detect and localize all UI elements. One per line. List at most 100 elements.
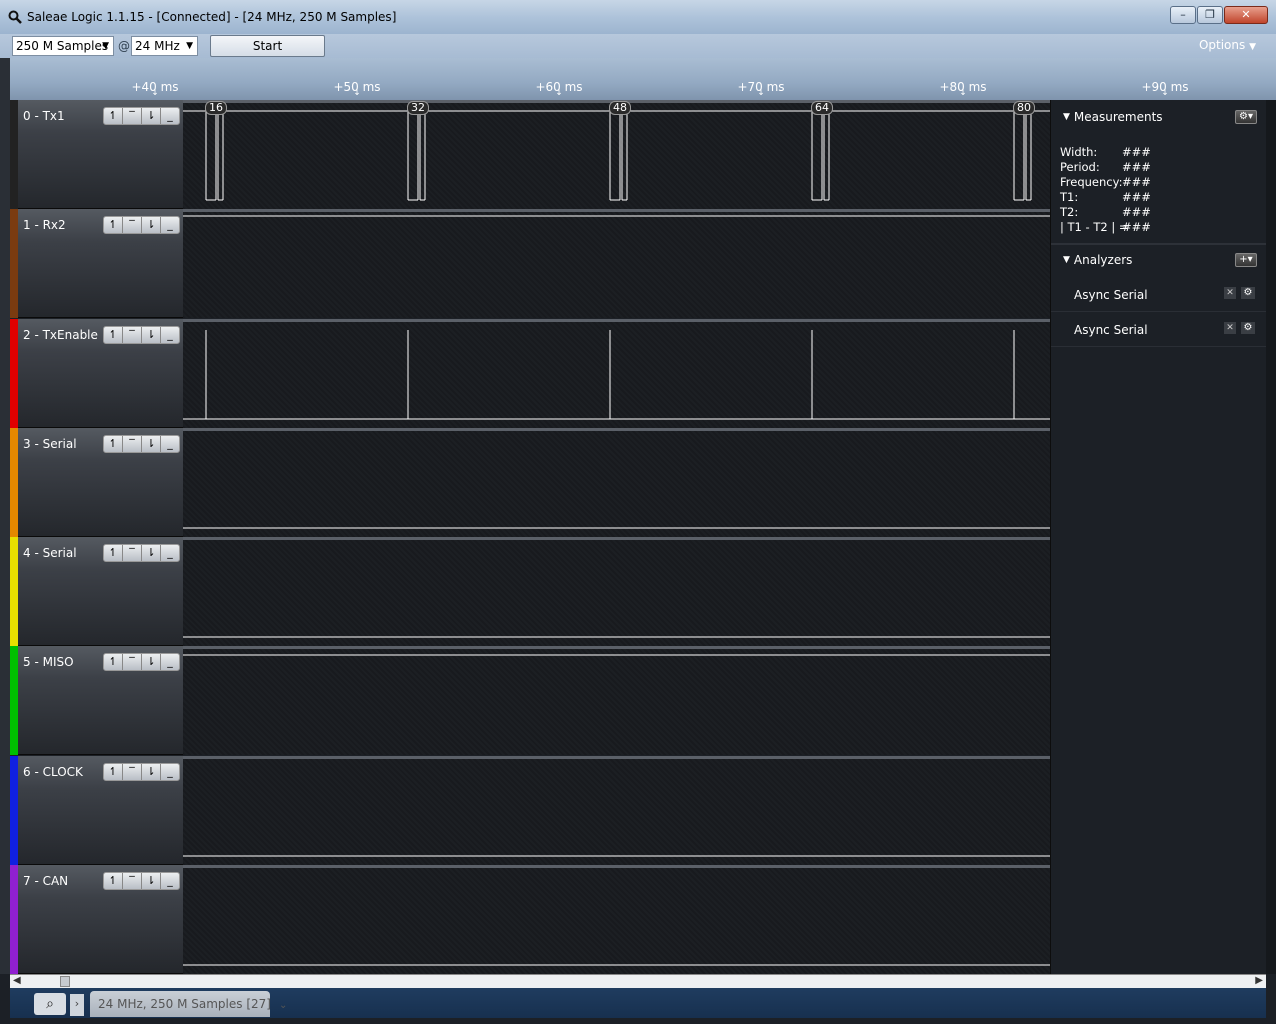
channel-row: 2 - TxEnable ↿ ‾ ⇂ _ [10,318,1050,428]
rising-edge-icon[interactable]: ↿ [104,108,123,124]
channel-trace[interactable]: 16 32 48 64 80 [183,100,1050,209]
channel-trace[interactable] [183,864,1050,974]
falling-edge-icon[interactable]: ⇂ [142,108,161,124]
app-window: Saleae Logic 1.1.15 - [Connected] - [24 … [0,0,1276,1024]
rising-edge-icon[interactable]: ↿ [104,435,123,452]
at-label: @ [118,39,130,53]
rising-edge-icon[interactable]: ↿ [104,217,123,234]
analyzers-header[interactable]: ▼ Analyzers +▾ [1051,245,1267,275]
channel-list: 0 - Tx1 ↿ ‾ ⇂ _ 16 32 48 64 80 1 - Rx2 ↿ ‾ ⇂ _ 2 - TxEn… [10,100,1050,974]
channel-trace[interactable] [183,318,1050,428]
side-panel-scrollbar[interactable] [1266,100,1276,974]
channel-trace[interactable] [183,537,1050,646]
scroll-left-icon[interactable]: ◀ [13,975,21,986]
falling-edge-icon[interactable]: ⇂ [142,326,161,343]
high-level-icon[interactable]: ‾ [123,326,142,343]
channel-trace[interactable] [183,755,1050,865]
low-level-icon[interactable]: _ [161,436,179,452]
left-edge-strip [0,58,10,974]
channel-trace[interactable] [183,646,1050,756]
channel-name: 7 - CAN [23,873,69,888]
low-level-icon[interactable]: _ [161,764,179,780]
measurement-row: Period: ### [1060,160,1151,175]
measurements-settings-button[interactable]: ⚙▾ [1235,110,1257,124]
channel-trace[interactable] [183,427,1050,537]
high-level-icon[interactable]: ‾ [123,217,142,234]
analyzer-name: Async Serial [1074,323,1148,337]
gear-icon[interactable]: ⚙ [1241,322,1255,334]
frame-marker[interactable]: 32 [407,101,429,115]
rising-edge-icon[interactable]: ↿ [104,763,123,780]
ruler-tick: +70 ms [737,80,784,94]
sample-rate-select[interactable]: 24 MHz ▼ [131,36,198,56]
low-level-icon[interactable]: _ [161,545,179,561]
channel-label-panel[interactable]: 3 - Serial ↿ ‾ ⇂ _ [18,427,183,537]
measurements-header[interactable]: ▼ Measurements ⚙▾ [1051,102,1267,132]
start-button[interactable]: Start [210,35,325,57]
falling-edge-icon[interactable]: ⇂ [142,545,161,561]
options-button[interactable]: Options ▼ [1199,38,1256,52]
channel-row: 6 - CLOCK ↿ ‾ ⇂ _ [10,755,1050,865]
channel-label-panel[interactable]: 5 - MISO ↿ ‾ ⇂ _ [18,646,183,756]
add-analyzer-button[interactable]: +▾ [1235,253,1257,267]
channel-label-panel[interactable]: 6 - CLOCK ↿ ‾ ⇂ _ [18,755,183,865]
rising-edge-icon[interactable]: ↿ [104,654,123,671]
high-level-icon[interactable]: ‾ [123,654,142,671]
channel-label-panel[interactable]: 7 - CAN ↿ ‾ ⇂ _ [18,864,183,974]
frame-marker[interactable]: 48 [609,101,631,115]
scroll-right-icon[interactable]: ▶ [1255,975,1263,986]
high-level-icon[interactable]: ‾ [123,763,142,780]
falling-edge-icon[interactable]: ⇂ [142,654,161,671]
high-level-icon[interactable]: ‾ [123,108,142,124]
search-icon[interactable]: ⌕ [34,993,66,1015]
waveform [183,110,1050,201]
minimize-button[interactable]: – [1170,6,1196,24]
channel-label-panel[interactable]: 0 - Tx1 ↿ ‾ ⇂ _ [18,100,183,209]
session-tab-bar: ⌕ › 24 MHz, 250 M Samples [27] ⌄ [10,988,1266,1018]
maximize-button[interactable]: ❐ [1197,6,1223,24]
waveform [183,329,1050,419]
rising-edge-icon[interactable]: ↿ [104,872,123,889]
sample-count-select[interactable]: 250 M Samples ▼ [12,36,114,56]
channel-name: 0 - Tx1 [23,109,65,123]
low-level-icon[interactable]: _ [161,327,179,343]
time-ruler[interactable]: +40 ms +50 ms +60 ms +70 ms +80 ms +90 m… [0,58,1276,100]
channel-label-panel[interactable]: 1 - Rx2 ↿ ‾ ⇂ _ [18,209,183,319]
low-level-icon[interactable]: _ [161,108,179,124]
channel-label-panel[interactable]: 4 - Serial ↿ ‾ ⇂ _ [18,537,183,646]
channel-name: 3 - Serial [23,436,77,451]
close-button[interactable]: ✕ [1224,6,1268,24]
frame-marker[interactable]: 64 [811,101,833,115]
falling-edge-icon[interactable]: ⇂ [142,217,161,234]
ruler-tick: +50 ms [333,80,380,94]
channel-color-bar [10,755,18,865]
analyzer-item[interactable]: Async Serial ✕ ⚙ [1051,313,1267,347]
high-level-icon[interactable]: ‾ [123,435,142,452]
frame-marker[interactable]: 80 [1013,101,1035,115]
rising-edge-icon[interactable]: ↿ [104,326,123,343]
remove-analyzer-icon[interactable]: ✕ [1224,322,1236,334]
falling-edge-icon[interactable]: ⇂ [142,872,161,889]
falling-edge-icon[interactable]: ⇂ [142,435,161,452]
trigger-buttons: ↿ ‾ ⇂ _ [103,325,180,344]
channel-trace[interactable] [183,209,1050,319]
collapse-triangle-icon: ▼ [1063,255,1070,265]
high-level-icon[interactable]: ‾ [123,545,142,561]
chevron-down-icon: ▼ [186,41,193,51]
capture-toolbar: 250 M Samples ▼ @ 24 MHz ▼ Start Options… [0,34,1276,58]
low-level-icon[interactable]: _ [161,654,179,670]
timeline-scrollbar[interactable]: ◀ ▶ [10,974,1266,988]
low-level-icon[interactable]: _ [161,217,179,233]
session-tab[interactable]: 24 MHz, 250 M Samples [27] ⌄ [90,991,287,1017]
gear-icon[interactable]: ⚙ [1241,287,1255,299]
falling-edge-icon[interactable]: ⇂ [142,763,161,780]
remove-analyzer-icon[interactable]: ✕ [1224,287,1236,299]
low-level-icon[interactable]: _ [161,873,179,889]
analyzer-item[interactable]: Async Serial ✕ ⚙ [1051,278,1267,312]
high-level-icon[interactable]: ‾ [123,872,142,889]
channel-label-panel[interactable]: 2 - TxEnable ↿ ‾ ⇂ _ [18,318,183,428]
scroll-thumb[interactable] [60,976,70,987]
frame-marker[interactable]: 16 [205,101,227,115]
rising-edge-icon[interactable]: ↿ [104,545,123,561]
chevron-right-icon[interactable]: › [70,994,84,1016]
